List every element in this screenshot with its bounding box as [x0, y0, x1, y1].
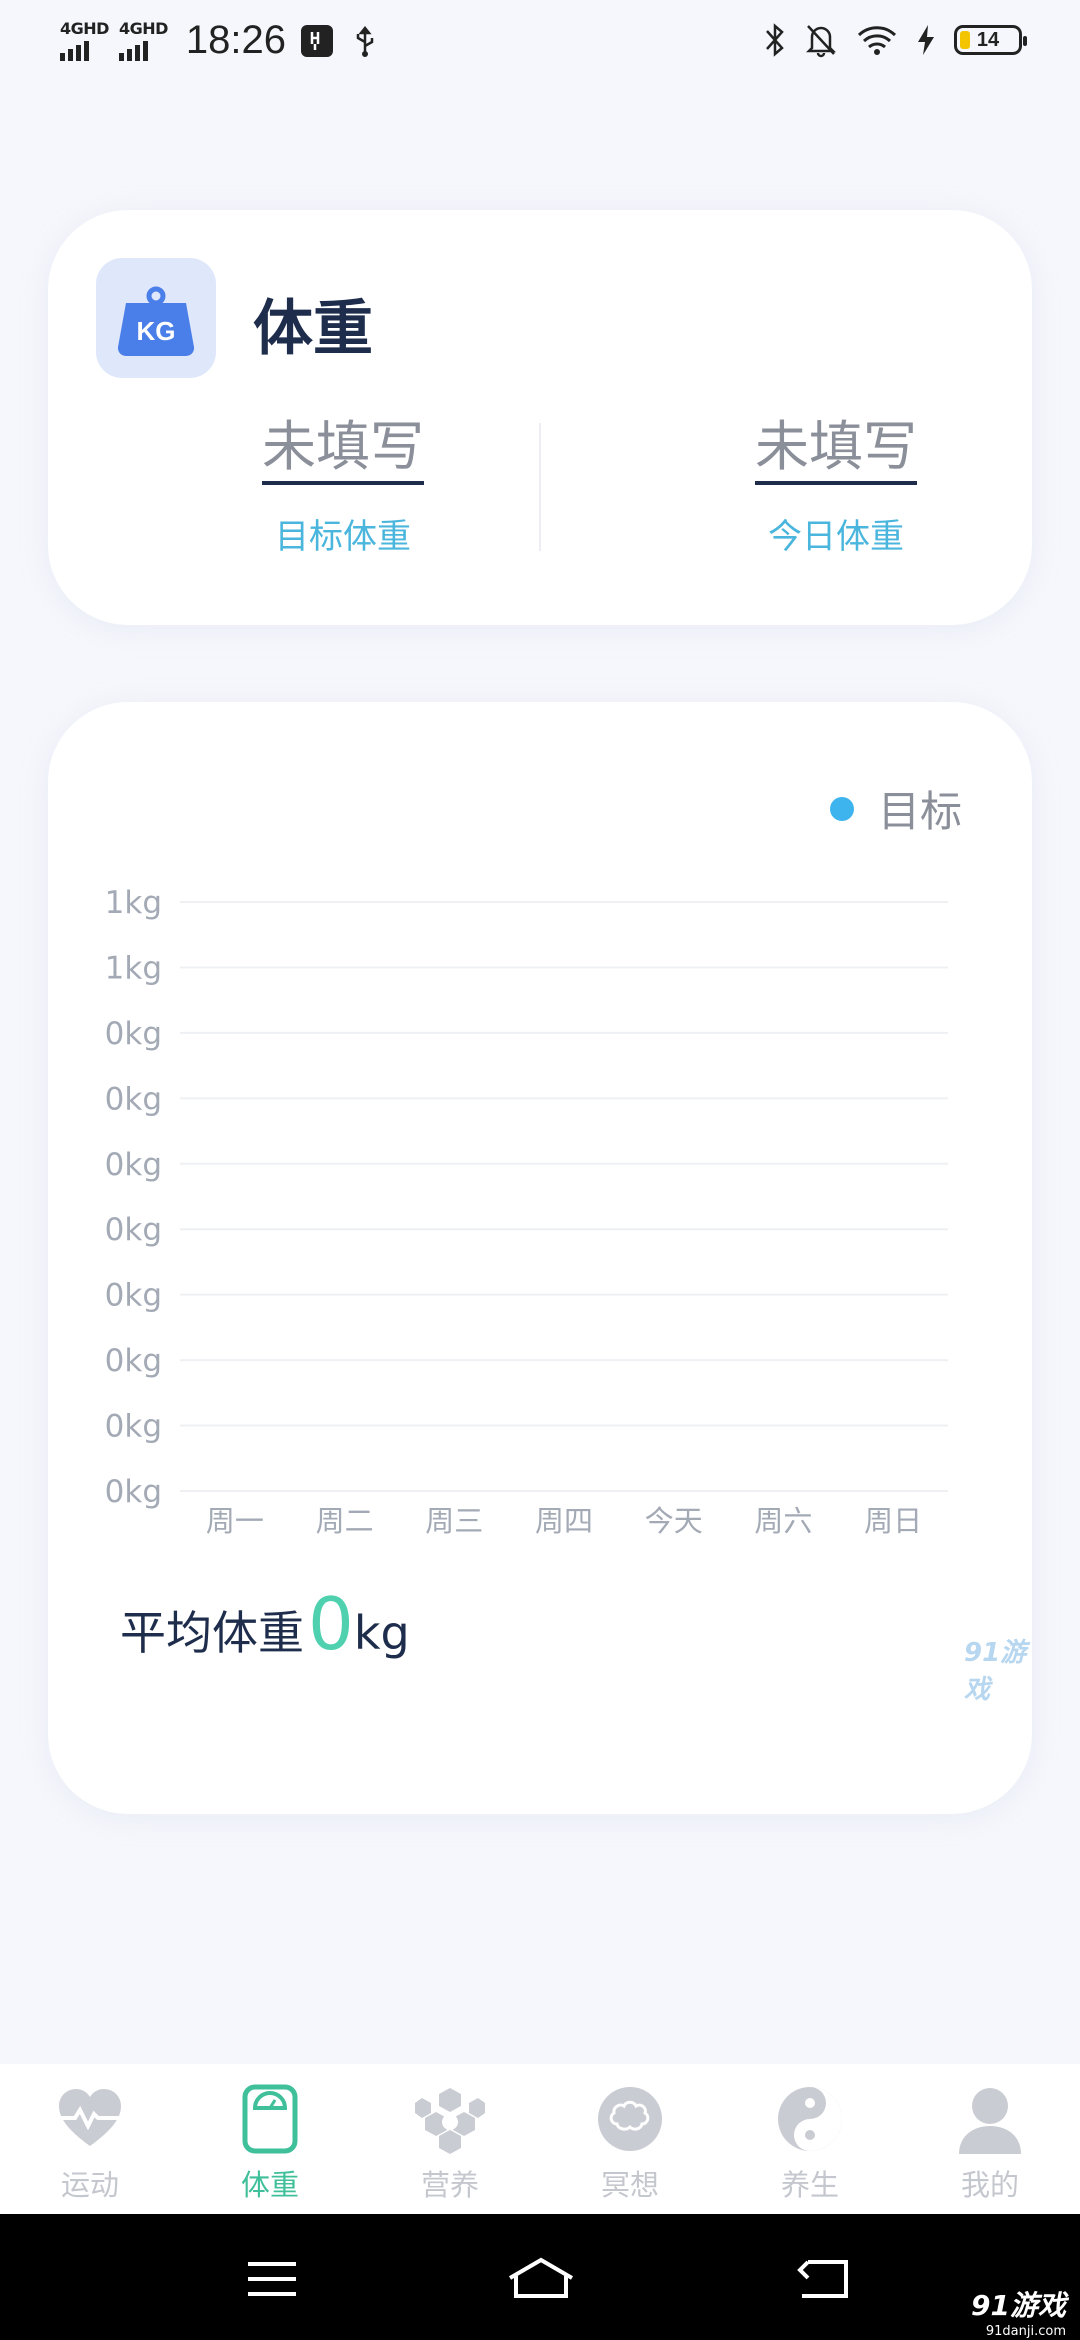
y-tick-label: 1kg [105, 885, 162, 921]
bluetooth-icon [766, 23, 784, 57]
tab-weight[interactable]: 体重 [180, 2064, 360, 2214]
tab-sport[interactable]: 运动 [0, 2064, 180, 2214]
tab-label: 我的 [960, 2168, 1019, 2202]
mute-bell-icon [805, 25, 837, 58]
divider [539, 423, 541, 551]
watermark-subtext: 91danji.com [985, 2324, 1066, 2339]
target-weight-stat[interactable]: 未填写 目标体重 [193, 415, 493, 558]
tab-label: 养生 [780, 2168, 839, 2202]
average-weight: 平均体重 0 kg [120, 1582, 410, 1666]
kg-weight-icon: KG [96, 258, 216, 378]
tab-label: 营养 [420, 2168, 479, 2202]
home-icon[interactable] [506, 2254, 576, 2304]
average-weight-label: 平均体重 [120, 1606, 304, 1660]
tab-label: 运动 [60, 2168, 119, 2202]
today-weight-label: 今日体重 [768, 517, 904, 557]
heart-pulse-icon [59, 2089, 121, 2146]
y-tick-label: 0kg [105, 1212, 162, 1248]
network-type-label: 4GHD [60, 18, 109, 38]
y-tick-label: 0kg [105, 1016, 162, 1052]
menu-icon[interactable] [242, 2254, 302, 2304]
x-tick-label: 今天 [645, 1504, 703, 1538]
network-type-label: 4GHD [118, 18, 168, 38]
battery-indicator: 14 [954, 25, 1027, 55]
back-icon[interactable] [794, 2254, 854, 2304]
signal-bars-icon [118, 39, 148, 61]
y-tick-label: 0kg [105, 1409, 162, 1445]
today-weight-stat[interactable]: 未填写 今日体重 [686, 415, 986, 558]
usb-icon [356, 25, 374, 57]
svg-text:KG: KG [137, 316, 176, 346]
bottom-tab-bar: 运动 体重 营养 冥想 养生 我的 [0, 2064, 1080, 2214]
x-tick-label: 周三 [425, 1504, 483, 1538]
brain-icon [598, 2087, 662, 2151]
battery-level: 14 [976, 28, 1000, 51]
y-tick-label: 0kg [105, 1081, 162, 1117]
tab-label: 冥想 [600, 2168, 659, 2202]
tab-wellness[interactable]: 养生 [720, 2064, 900, 2214]
status-bar: 4GHD 4GHD 18:26 14 [0, 0, 1080, 90]
tab-nutrition[interactable]: 营养 [360, 2064, 540, 2214]
weight-chart: 1kg 1kg 0kg 0kg 0kg 0kg 0kg 0kg 0kg 0kg 周一 周二 周三 周四 今天… [105, 885, 948, 1538]
weight-summary-card: KG 体重 未填写 目标体重 未填写 今日体重 [48, 210, 1032, 625]
watermark-logo: 91游戏 91danji.com [971, 2284, 1066, 2339]
tab-label: 体重 [240, 2168, 299, 2202]
user-icon [959, 2088, 1021, 2154]
x-tick-label: 周日 [864, 1504, 922, 1538]
target-weight-value[interactable]: 未填写 [262, 415, 424, 485]
clock: 18:26 [185, 18, 286, 62]
signal-bars-icon [60, 39, 89, 61]
honeycomb-icon [415, 2088, 485, 2154]
system-nav-bar: 91游戏 91danji.com [0, 2214, 1080, 2340]
tab-profile[interactable]: 我的 [900, 2064, 1080, 2214]
y-tick-label: 0kg [105, 1474, 162, 1510]
charging-icon [918, 25, 934, 55]
signal-indicator-2: 4GHD [118, 18, 168, 61]
scale-icon [242, 2084, 298, 2154]
target-weight-label: 目标体重 [275, 517, 411, 557]
watermark-logo: 91游戏 [964, 1638, 1027, 1705]
x-tick-label: 周二 [316, 1504, 374, 1538]
watermark-text: 91游戏 [971, 2289, 1066, 2322]
weight-chart-card: 目标 1kg 1kg 0kg 0kg 0kg 0kg 0kg 0kg 0kg 0kg 周一 周二 周三周… [48, 702, 1032, 1814]
today-weight-value[interactable]: 未填写 [755, 415, 917, 485]
average-weight-unit: kg [353, 1606, 410, 1660]
x-tick-label: 周一 [206, 1504, 264, 1538]
tab-meditation[interactable]: 冥想 [540, 2064, 720, 2214]
wifi-icon [857, 26, 897, 55]
page-title: 体重 [253, 294, 373, 364]
usb-debug-icon [300, 24, 333, 57]
signal-indicator-1: 4GHD [60, 18, 109, 61]
y-tick-label: 0kg [105, 1147, 162, 1183]
yin-yang-icon [778, 2087, 842, 2151]
x-tick-label: 周四 [535, 1504, 593, 1538]
y-tick-label: 1kg [105, 950, 162, 986]
y-tick-label: 0kg [105, 1278, 162, 1314]
average-weight-value: 0 [308, 1582, 354, 1666]
y-tick-label: 0kg [105, 1343, 162, 1379]
x-tick-label: 周六 [754, 1504, 812, 1538]
